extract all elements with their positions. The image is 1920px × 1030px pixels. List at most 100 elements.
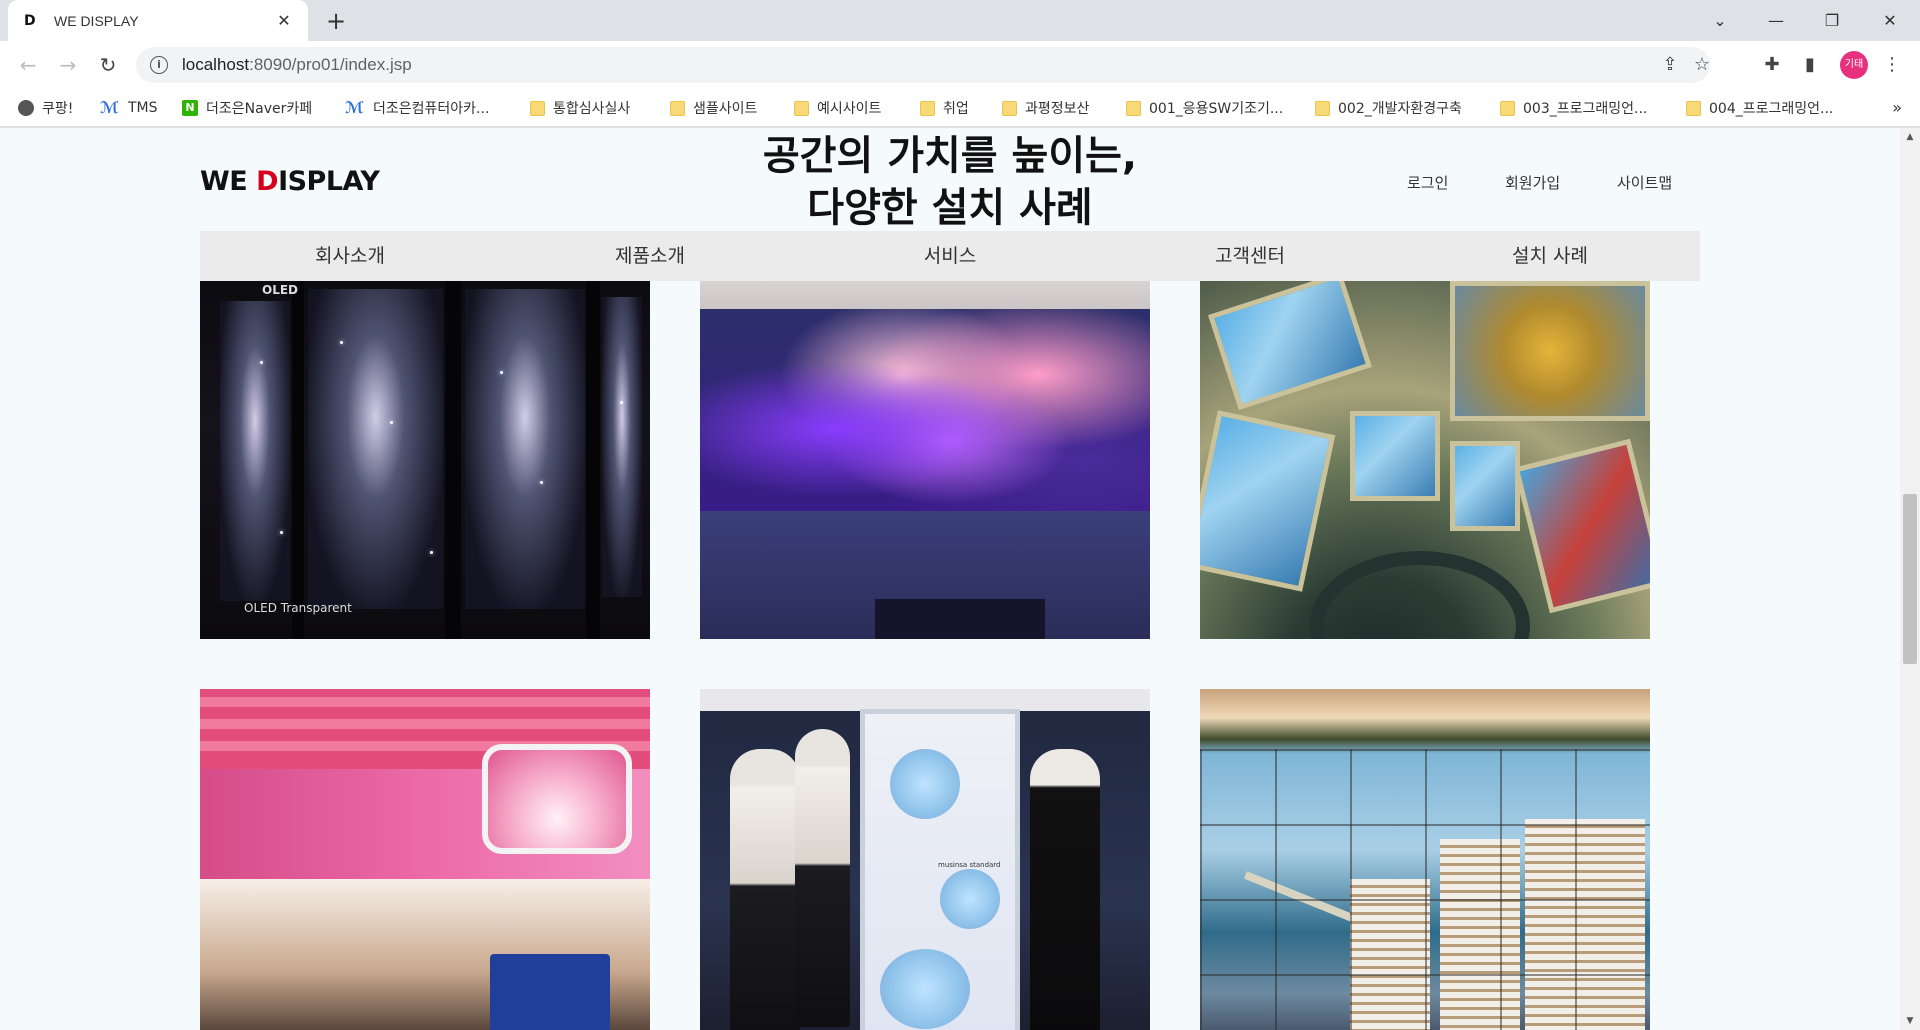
bookmark-item[interactable]: 004_프로그래밍언... bbox=[1686, 98, 1833, 118]
pillar bbox=[586, 281, 600, 639]
store-ceiling bbox=[700, 689, 1150, 711]
case-image-resort-videowall[interactable] bbox=[1200, 689, 1650, 1030]
flower-graphic bbox=[890, 749, 960, 819]
bookmark-item[interactable]: 001_응용SW기조기... bbox=[1126, 98, 1283, 118]
ceiling-ring bbox=[1310, 551, 1530, 639]
folder-icon bbox=[530, 100, 545, 116]
url-host: localhost bbox=[182, 55, 250, 74]
page-scrollbar[interactable]: ▲ ▼ bbox=[1900, 128, 1920, 1030]
bookmark-item[interactable]: ℳ 더조은컴퓨터아카... bbox=[345, 98, 489, 118]
folder-icon bbox=[920, 100, 935, 116]
fresco-panel bbox=[1513, 438, 1650, 614]
fresco-panel bbox=[1207, 281, 1373, 411]
side-panel-icon[interactable]: ▮ bbox=[1796, 51, 1824, 79]
flower-graphic bbox=[880, 949, 970, 1029]
mannequin bbox=[1030, 749, 1100, 1030]
bookmark-item[interactable]: 과평정보산 bbox=[1002, 98, 1089, 118]
site-info-icon[interactable]: i bbox=[150, 56, 168, 74]
ceiling-stripe bbox=[200, 719, 650, 729]
bookmark-item[interactable]: 002_개발자환경구축 bbox=[1315, 98, 1462, 118]
restore-button[interactable]: ❐ bbox=[1804, 0, 1860, 41]
display-panel bbox=[220, 301, 290, 601]
pillar bbox=[292, 281, 304, 639]
login-link[interactable]: 로그인 bbox=[1407, 172, 1448, 193]
bookmark-label: 쿠팡! bbox=[42, 101, 74, 117]
bookmark-label: 001_응용SW기조기... bbox=[1149, 101, 1284, 117]
new-tab-button[interactable]: + bbox=[322, 8, 350, 36]
bookmark-label: 통합심사실사 bbox=[553, 101, 631, 117]
videowall-grid bbox=[1200, 749, 1650, 1030]
hero-title-line: 다양한 설치 사례 bbox=[807, 185, 1093, 231]
display-panel bbox=[602, 297, 642, 597]
scroll-up-arrow-icon[interactable]: ▲ bbox=[1900, 128, 1920, 146]
reload-button[interactable]: ↻ bbox=[94, 51, 122, 79]
menu-kebab-icon[interactable]: ⋮ bbox=[1878, 51, 1906, 79]
bookmark-item[interactable]: 003_프로그래밍언... bbox=[1500, 98, 1647, 118]
tab-search-icon[interactable]: ⌄ bbox=[1692, 0, 1748, 41]
led-screen bbox=[700, 309, 1150, 527]
flower-graphic bbox=[940, 869, 1000, 929]
oled-label: OLED bbox=[262, 283, 299, 297]
signup-link[interactable]: 회원가입 bbox=[1505, 172, 1560, 193]
sparkle bbox=[280, 531, 283, 534]
case-image-led-wall[interactable] bbox=[700, 281, 1150, 639]
bookmark-label: 예시사이트 bbox=[817, 101, 882, 117]
bookmark-star-icon[interactable]: ☆ bbox=[1692, 56, 1712, 74]
case-image-pink-cafe[interactable] bbox=[200, 689, 650, 1030]
case-image-ceiling-display[interactable] bbox=[1200, 281, 1650, 639]
bookmark-item[interactable]: N 더조은Naver카페 bbox=[182, 98, 312, 118]
bookmark-item[interactable]: 쿠팡! bbox=[18, 98, 73, 118]
ceiling-stripe bbox=[200, 697, 650, 707]
mannequin bbox=[795, 729, 850, 1027]
bookmark-item[interactable]: ℳ TMS bbox=[100, 98, 158, 118]
browser-tab[interactable]: D WE DISPLAY ✕ bbox=[8, 0, 308, 41]
folder-icon bbox=[1500, 100, 1515, 116]
fresco-panel bbox=[1450, 441, 1520, 531]
address-bar[interactable]: i localhost:8090/pro01/index.jsp ⇪ ☆ bbox=[136, 47, 1710, 83]
nav-item-products[interactable]: 제품소개 bbox=[500, 231, 800, 281]
nav-item-service[interactable]: 서비스 bbox=[800, 231, 1100, 281]
forward-button[interactable]: → bbox=[54, 51, 82, 79]
store-brand-label: musinsa standard bbox=[938, 861, 1001, 869]
nav-item-company[interactable]: 회사소개 bbox=[200, 231, 500, 281]
bookmark-label: 더조은컴퓨터아카... bbox=[373, 101, 490, 117]
naver-icon: N bbox=[182, 100, 198, 116]
url-path: :8090/pro01/index.jsp bbox=[249, 55, 412, 74]
sparkle bbox=[500, 371, 503, 374]
case-image-oled-transparent[interactable]: OLED OLED Transparent bbox=[200, 281, 650, 639]
bookmark-item[interactable]: 예시사이트 bbox=[794, 98, 881, 118]
display-panel bbox=[465, 289, 585, 609]
url-text: localhost:8090/pro01/index.jsp bbox=[182, 55, 412, 75]
reception-desk bbox=[875, 599, 1045, 639]
scroll-thumb[interactable] bbox=[1903, 494, 1917, 664]
coffee-machine bbox=[490, 954, 610, 1030]
mannequin bbox=[730, 749, 800, 1030]
nav-item-support[interactable]: 고객센터 bbox=[1100, 231, 1400, 281]
bookmarks-overflow-button[interactable]: » bbox=[1892, 98, 1902, 117]
bookmark-item[interactable]: 통합심사실사 bbox=[530, 98, 630, 118]
browser-toolbar: ← → ↻ i localhost:8090/pro01/index.jsp ⇪… bbox=[0, 41, 1920, 89]
logo-part: WE bbox=[200, 166, 257, 197]
sitemap-link[interactable]: 사이트맵 bbox=[1617, 172, 1672, 193]
globe-icon bbox=[18, 100, 34, 116]
case-image-fashion-store[interactable]: musinsa standard bbox=[700, 689, 1150, 1030]
tab-close-icon[interactable]: ✕ bbox=[274, 11, 294, 31]
bookmark-item[interactable]: 샘플사이트 bbox=[670, 98, 757, 118]
nav-item-cases[interactable]: 설치 사례 bbox=[1400, 231, 1700, 281]
share-icon[interactable]: ⇪ bbox=[1660, 56, 1680, 74]
bookmark-label: 더조은Naver카페 bbox=[206, 101, 313, 117]
back-button[interactable]: ← bbox=[14, 51, 42, 79]
extensions-icon[interactable]: ✚ bbox=[1758, 51, 1786, 79]
minimize-button[interactable]: — bbox=[1748, 0, 1804, 41]
close-window-button[interactable]: ✕ bbox=[1862, 0, 1918, 41]
site-logo[interactable]: WE DISPLAY bbox=[200, 166, 380, 197]
scroll-down-arrow-icon[interactable]: ▼ bbox=[1900, 1012, 1920, 1030]
bookmark-item[interactable]: 취업 bbox=[920, 98, 969, 118]
bookmark-label: 취업 bbox=[943, 101, 969, 117]
profile-avatar[interactable]: 기태 bbox=[1840, 51, 1868, 79]
sparkle bbox=[430, 551, 433, 554]
folder-icon bbox=[670, 100, 685, 116]
bookmark-label: TMS bbox=[128, 100, 158, 116]
folder-icon bbox=[1002, 100, 1017, 116]
page-viewport: WE DISPLAY 공간의 가치를 높이는, 다양한 설치 사례 로그인 회원… bbox=[0, 128, 1900, 1030]
